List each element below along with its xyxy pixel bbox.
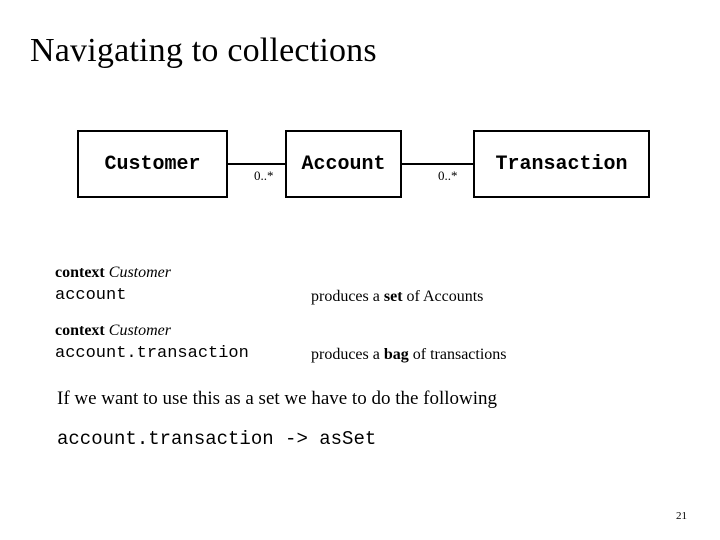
ocl-context-keyword-2: context: [55, 322, 105, 339]
association-line-customer-account: [226, 163, 287, 165]
ocl-context-keyword-1: context: [55, 264, 105, 281]
page-number: 21: [676, 510, 687, 522]
ocl-result-suffix-2: of transactions: [408, 346, 507, 363]
multiplicity-label-2: 0..*: [438, 168, 458, 183]
page-title: Navigating to collections: [30, 32, 377, 69]
ocl-result-kind-1: set: [383, 288, 403, 305]
ocl-context-line-1: context Customer: [55, 264, 171, 282]
slide: Navigating to collections Customer 0..* …: [0, 0, 720, 540]
class-diagram: Customer 0..* Account 0..* Transaction: [0, 130, 720, 210]
ocl-context-line-2: context Customer: [55, 322, 171, 340]
body-code-expression: account.transaction -> asSet: [57, 428, 377, 450]
class-box-account: Account: [285, 130, 402, 198]
ocl-expression-2: account.transaction: [55, 344, 249, 363]
class-box-customer: Customer: [77, 130, 228, 198]
ocl-result-prefix-1: produces a: [311, 288, 384, 305]
ocl-result-suffix-1: of Accounts: [402, 288, 484, 305]
ocl-result-prefix-2: produces a: [311, 346, 384, 363]
ocl-expression-1: account: [55, 286, 127, 305]
association-line-account-transaction: [400, 163, 475, 165]
ocl-result-1: produces a set of Accounts: [311, 288, 483, 306]
multiplicity-label-1: 0..*: [254, 168, 274, 183]
ocl-context-class-1: Customer: [108, 264, 171, 281]
ocl-result-kind-2: bag: [383, 346, 409, 363]
body-sentence: If we want to use this as a set we have …: [57, 388, 498, 409]
ocl-result-2: produces a bag of transactions: [311, 346, 507, 364]
class-box-transaction: Transaction: [473, 130, 650, 198]
ocl-context-class-2: Customer: [108, 322, 171, 339]
